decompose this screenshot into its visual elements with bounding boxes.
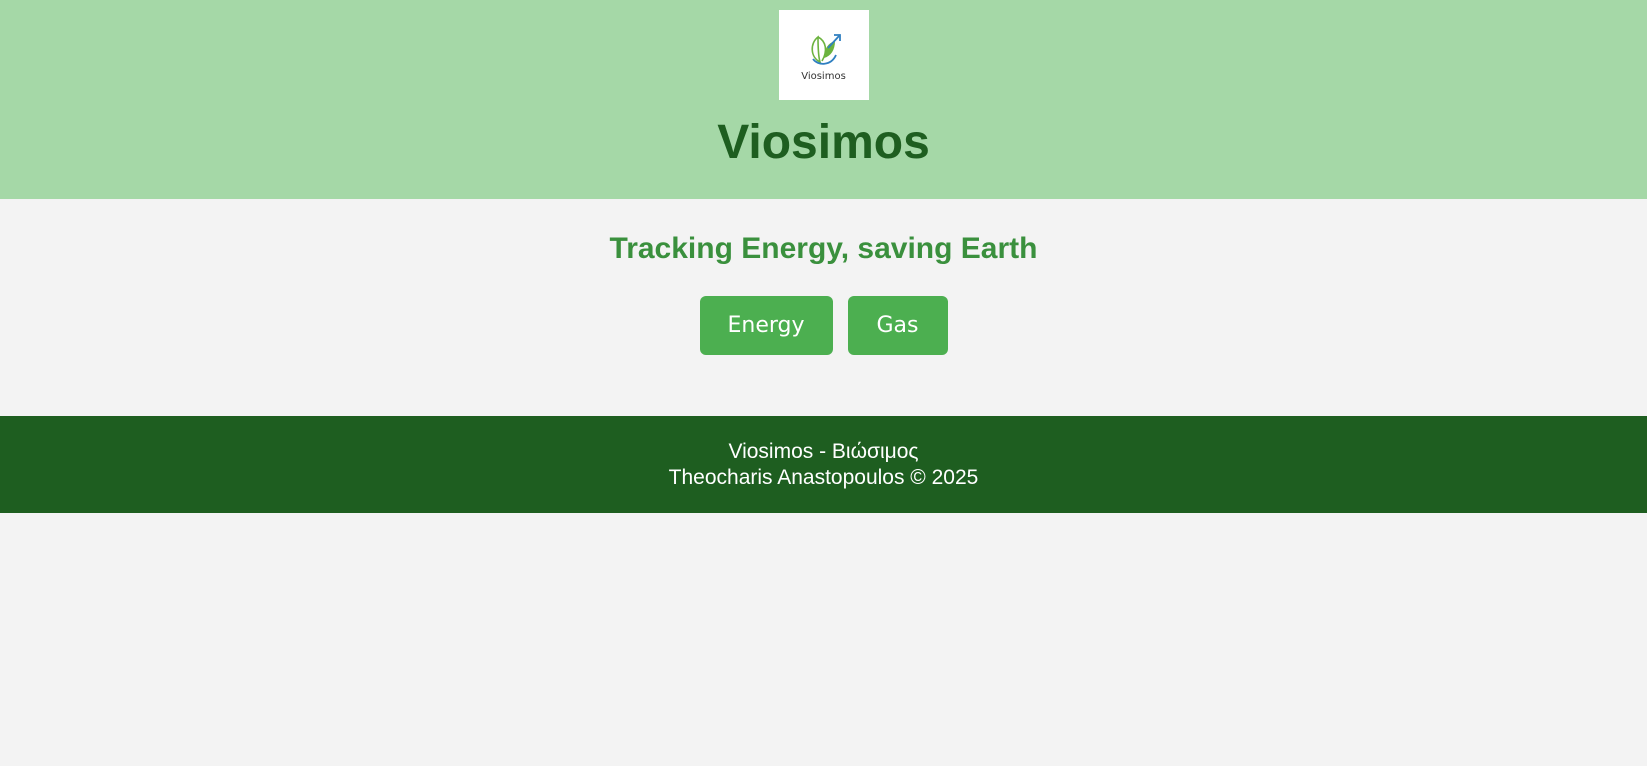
logo-text: Viosimos (801, 71, 846, 82)
footer-line-brand: Viosimos - Βιώσιμος (728, 439, 919, 463)
footer-copyright: Theocharis Anastopoulos © 2025 (668, 465, 979, 489)
gas-button[interactable]: Gas (847, 296, 948, 355)
site-footer: Viosimos - Βιώσιμος Theocharis Anastopou… (0, 416, 1647, 513)
main-content: Tracking Energy, saving Earth Energy Gas (0, 199, 1647, 416)
logo: Viosimos (778, 10, 869, 100)
site-header: Viosimos Viosimos (0, 0, 1647, 199)
site-title: Viosimos (717, 116, 930, 169)
tagline: Tracking Energy, saving Earth (609, 232, 1038, 265)
button-group: Energy Gas (699, 296, 948, 355)
energy-button[interactable]: Energy (699, 296, 833, 355)
leaf-arrow-icon (810, 34, 841, 65)
